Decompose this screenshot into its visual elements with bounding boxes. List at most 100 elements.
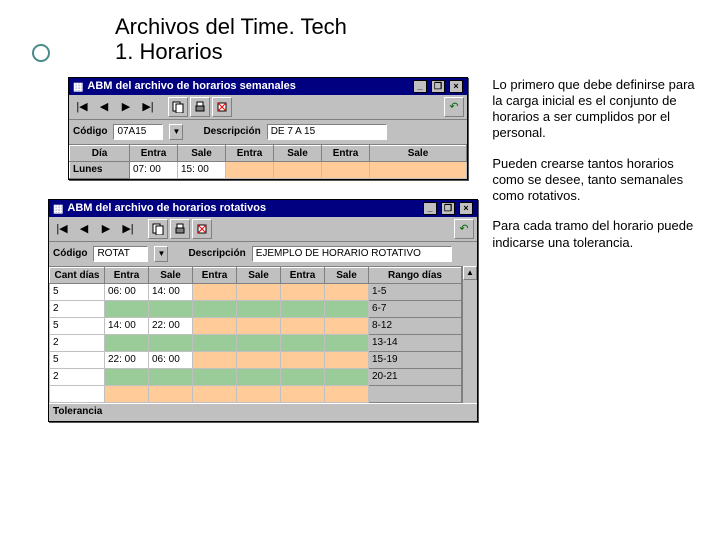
cell-entra1[interactable]: 07: 00 [130, 161, 178, 178]
cell-entra3[interactable] [281, 283, 325, 300]
copy-icon[interactable] [148, 219, 168, 239]
cell-sale3[interactable] [325, 351, 369, 368]
delete-icon[interactable] [192, 219, 212, 239]
cell-sale2[interactable] [274, 161, 322, 178]
cell-sale2[interactable] [237, 283, 281, 300]
scrollbar-vertical[interactable]: ▲ [462, 266, 477, 403]
cell-entra3[interactable] [281, 385, 325, 402]
cell-sale3[interactable] [325, 368, 369, 385]
cell-entra1[interactable]: 22: 00 [105, 351, 149, 368]
titlebar-rotativo[interactable]: ▦ ABM del archivo de horarios rotativos … [49, 200, 477, 217]
minimize-button[interactable]: _ [413, 80, 427, 93]
cell-sale2[interactable] [237, 385, 281, 402]
delete-icon[interactable] [212, 97, 232, 117]
cell-sale1[interactable]: 22: 00 [149, 317, 193, 334]
cell-entra1[interactable] [105, 385, 149, 402]
cell-entra3[interactable] [281, 368, 325, 385]
cell-rango[interactable]: 6-7 [369, 300, 462, 317]
nav-first-icon[interactable]: |◀ [72, 97, 92, 117]
cell-cant[interactable]: 2 [50, 334, 105, 351]
grid-row[interactable]: 2 20-21 [50, 368, 462, 385]
cell-entra1[interactable]: 14: 00 [105, 317, 149, 334]
cell-entra1[interactable] [105, 368, 149, 385]
close-button[interactable]: × [459, 202, 473, 215]
cell-entra3[interactable] [322, 161, 370, 178]
cell-sale1[interactable] [149, 334, 193, 351]
grid-row[interactable]: 2 6-7 [50, 300, 462, 317]
cell-entra2[interactable] [226, 161, 274, 178]
cell-entra2[interactable] [193, 283, 237, 300]
cell-sale1[interactable]: 14: 00 [149, 283, 193, 300]
nav-last-icon[interactable]: ▶| [118, 219, 138, 239]
cell-entra3[interactable] [281, 300, 325, 317]
copy-icon[interactable] [168, 97, 188, 117]
cell-sale1[interactable]: 06: 00 [149, 351, 193, 368]
cell-sale3[interactable] [370, 161, 467, 178]
cell-sale1[interactable] [149, 368, 193, 385]
cell-rango[interactable]: 20-21 [369, 368, 462, 385]
exit-icon[interactable]: ↶ [454, 219, 474, 239]
cell-entra2[interactable] [193, 317, 237, 334]
cell-sale3[interactable] [325, 317, 369, 334]
cell-entra3[interactable] [281, 351, 325, 368]
scroll-up-icon[interactable]: ▲ [463, 266, 477, 280]
cell-cant[interactable]: 2 [50, 368, 105, 385]
grid-row[interactable]: Lunes 07: 00 15: 00 [70, 161, 467, 178]
cell-cant[interactable]: 5 [50, 317, 105, 334]
cell-entra2[interactable] [193, 385, 237, 402]
nav-next-icon[interactable]: ▶ [96, 219, 116, 239]
titlebar-semanal[interactable]: ▦ ABM del archivo de horarios semanales … [69, 78, 467, 95]
cell-sale2[interactable] [237, 334, 281, 351]
print-icon[interactable] [190, 97, 210, 117]
cell-sale3[interactable] [325, 334, 369, 351]
cell-entra1[interactable]: 06: 00 [105, 283, 149, 300]
cell-sale2[interactable] [237, 351, 281, 368]
cell-entra2[interactable] [193, 351, 237, 368]
cell-sale2[interactable] [237, 300, 281, 317]
cell-entra1[interactable] [105, 300, 149, 317]
cell-cant[interactable]: 5 [50, 283, 105, 300]
cell-entra1[interactable] [105, 334, 149, 351]
cell-sale1[interactable] [149, 300, 193, 317]
exit-icon[interactable]: ↶ [444, 97, 464, 117]
print-icon[interactable] [170, 219, 190, 239]
cell-rango[interactable]: 13-14 [369, 334, 462, 351]
cell-sale3[interactable] [325, 385, 369, 402]
cell-sale2[interactable] [237, 368, 281, 385]
cell-sale1[interactable] [149, 385, 193, 402]
cell-sale3[interactable] [325, 283, 369, 300]
nav-last-icon[interactable]: ▶| [138, 97, 158, 117]
descripcion-input[interactable]: DE 7 A 15 [267, 124, 387, 140]
cell-rango[interactable] [369, 385, 462, 402]
nav-first-icon[interactable]: |◀ [52, 219, 72, 239]
cell-sale2[interactable] [237, 317, 281, 334]
grid-row[interactable]: 522: 0006: 0015-19 [50, 351, 462, 368]
cell-entra3[interactable] [281, 317, 325, 334]
cell-entra2[interactable] [193, 368, 237, 385]
grid-row[interactable] [50, 385, 462, 402]
cell-cant[interactable]: 5 [50, 351, 105, 368]
cell-cant[interactable] [50, 385, 105, 402]
close-button[interactable]: × [449, 80, 463, 93]
grid-row[interactable]: 514: 0022: 00 8-12 [50, 317, 462, 334]
cell-cant[interactable]: 2 [50, 300, 105, 317]
restore-button[interactable]: ❐ [441, 202, 455, 215]
nav-next-icon[interactable]: ▶ [116, 97, 136, 117]
codigo-input[interactable]: ROTAT [93, 246, 148, 262]
codigo-dropdown-icon[interactable]: ▼ [169, 124, 183, 140]
grid-row[interactable]: 2 13-14 [50, 334, 462, 351]
restore-button[interactable]: ❐ [431, 80, 445, 93]
descripcion-input[interactable]: EJEMPLO DE HORARIO ROTATIVO [252, 246, 452, 262]
codigo-dropdown-icon[interactable]: ▼ [154, 246, 168, 262]
nav-prev-icon[interactable]: ◀ [94, 97, 114, 117]
cell-rango[interactable]: 1-5 [369, 283, 462, 300]
cell-entra2[interactable] [193, 300, 237, 317]
nav-prev-icon[interactable]: ◀ [74, 219, 94, 239]
cell-rango[interactable]: 8-12 [369, 317, 462, 334]
cell-sale3[interactable] [325, 300, 369, 317]
minimize-button[interactable]: _ [423, 202, 437, 215]
codigo-input[interactable]: 07A15 [113, 124, 163, 140]
cell-sale1[interactable]: 15: 00 [178, 161, 226, 178]
grid-row[interactable]: 506: 0014: 00 1-5 [50, 283, 462, 300]
cell-entra3[interactable] [281, 334, 325, 351]
